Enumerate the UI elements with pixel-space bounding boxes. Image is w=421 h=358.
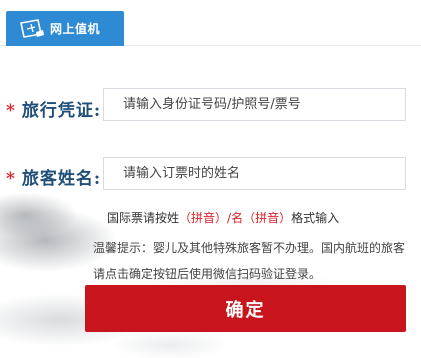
tab-label: 网上值机 <box>50 22 101 36</box>
name-field-label-text: 旅客姓名: <box>21 169 102 189</box>
hint-given-name: /名 <box>227 211 244 225</box>
warm-notice: 温馨提示：婴儿及其他特殊旅客暂不办理。国内航班的旅客请点击确定按钮后使用微信扫码… <box>93 241 406 281</box>
travel-document-input[interactable] <box>103 88 406 121</box>
hint-pinyin-surname: （拼音） <box>179 211 228 225</box>
hint-pinyin-given: （拼音） <box>243 211 292 225</box>
international-name-hint: 国际票请按姓（拼音）/名（拼音）格式输入 <box>107 209 339 226</box>
hint-suffix: 格式输入 <box>291 211 340 225</box>
confirm-button[interactable]: 确定 <box>85 285 406 332</box>
name-field-label: * 旅客姓名: <box>6 164 101 189</box>
id-field-label: * 旅行凭证: <box>6 96 101 121</box>
hint-prefix: 国际票请按姓 <box>107 211 180 225</box>
required-star: * <box>6 169 16 189</box>
required-star: * <box>6 101 16 121</box>
ticket-plane-icon <box>18 18 48 40</box>
id-field-label-text: 旅行凭证: <box>21 101 102 121</box>
tab-online-checkin[interactable]: 网上值机 <box>6 11 124 46</box>
passenger-name-input[interactable] <box>103 157 406 190</box>
